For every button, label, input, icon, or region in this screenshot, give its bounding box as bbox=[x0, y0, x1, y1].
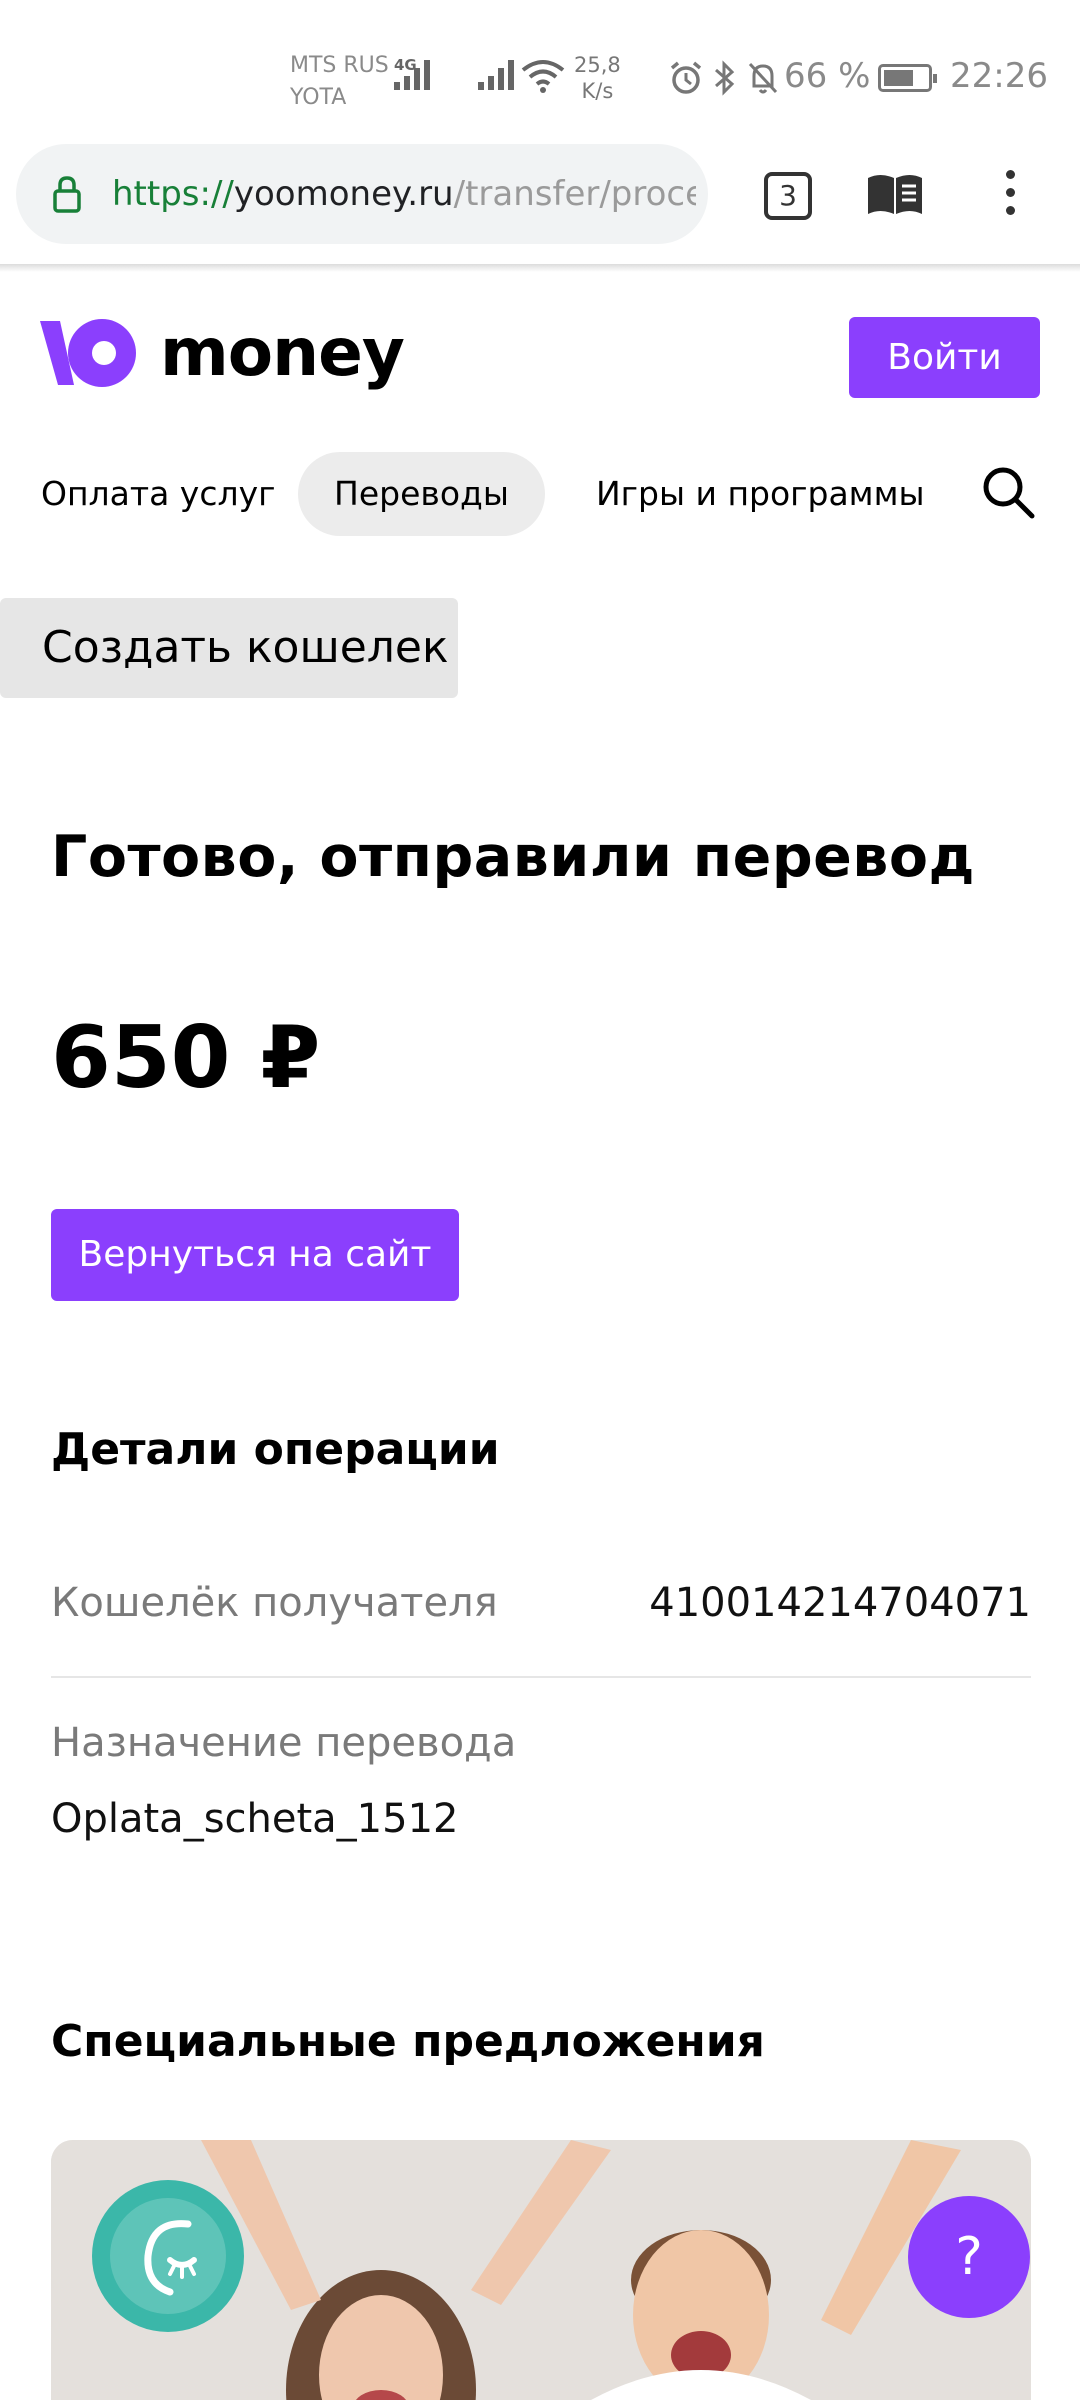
back-to-site-button[interactable]: Вернуться на сайт bbox=[51, 1209, 459, 1301]
transfer-purpose-label: Назначение перевода bbox=[51, 1720, 517, 1766]
url-host: yoomoney.ru bbox=[233, 174, 454, 214]
bell-off-icon bbox=[748, 62, 778, 94]
clock: 22:26 bbox=[950, 56, 1048, 96]
carrier-names: MTS RUS YOTA bbox=[290, 50, 389, 114]
page-title: Готово, отправили перевод bbox=[51, 824, 976, 890]
transfer-purpose-value: Oplata_scheta_1512 bbox=[51, 1796, 459, 1842]
battery-icon bbox=[878, 64, 937, 92]
promo-badge-icon bbox=[92, 2180, 244, 2332]
transfer-amount: 650 ₽ bbox=[51, 1008, 321, 1108]
network-speed: 25,8 K/s bbox=[574, 52, 621, 104]
details-title: Детали операции bbox=[51, 1424, 500, 1475]
login-button[interactable]: Войти bbox=[849, 317, 1040, 398]
alarm-icon bbox=[670, 61, 702, 94]
help-button[interactable]: ? bbox=[908, 2196, 1030, 2318]
site-logo[interactable]: money bbox=[40, 314, 405, 391]
tab-switcher-button[interactable]: 3 bbox=[764, 172, 812, 220]
speed-unit: K/s bbox=[581, 79, 614, 103]
special-offers-title: Специальные предложения bbox=[51, 2016, 765, 2067]
url-path: /transfer/process/ bbox=[453, 174, 696, 214]
logo-text: money bbox=[160, 314, 405, 391]
nav-item-games[interactable]: Игры и программы bbox=[596, 452, 925, 536]
speed-value: 25,8 bbox=[574, 53, 621, 77]
create-wallet-button[interactable]: Создать кошелек bbox=[0, 598, 458, 698]
main-nav: Оплата услуг Переводы Игры и программы bbox=[0, 448, 1080, 540]
reader-mode-icon[interactable] bbox=[866, 170, 924, 218]
details-divider bbox=[51, 1676, 1031, 1678]
recipient-wallet-value: 410014214704071 bbox=[649, 1580, 1031, 1626]
url-scheme: https:// bbox=[112, 174, 234, 214]
yoomoney-logo-icon bbox=[40, 319, 136, 387]
signal-icon bbox=[478, 60, 514, 90]
nav-item-payments[interactable]: Оплата услуг bbox=[41, 452, 275, 536]
toolbar-shadow bbox=[0, 264, 1080, 272]
lock-icon bbox=[53, 176, 81, 213]
url-text[interactable]: https://yoomoney.ru/transfer/process/ bbox=[112, 168, 696, 220]
sleeping-face-icon bbox=[110, 2198, 226, 2314]
signal-icon bbox=[394, 60, 430, 90]
bluetooth-icon bbox=[715, 60, 735, 96]
status-bar: MTS RUS YOTA 4G 25,8 K/s 66 % 22:26 bbox=[0, 0, 1080, 140]
battery-percent: 66 % bbox=[784, 56, 871, 96]
search-icon[interactable] bbox=[980, 464, 1036, 520]
recipient-wallet-label: Кошелёк получателя bbox=[51, 1580, 498, 1626]
carrier-1: MTS RUS bbox=[290, 53, 389, 78]
browser-menu-button[interactable] bbox=[1000, 170, 1020, 218]
nav-item-transfers[interactable]: Переводы bbox=[298, 452, 545, 536]
carrier-2: YOTA bbox=[290, 85, 347, 110]
address-bar[interactable]: https://yoomoney.ru/transfer/process/ bbox=[16, 144, 708, 244]
wifi-icon bbox=[521, 60, 565, 93]
